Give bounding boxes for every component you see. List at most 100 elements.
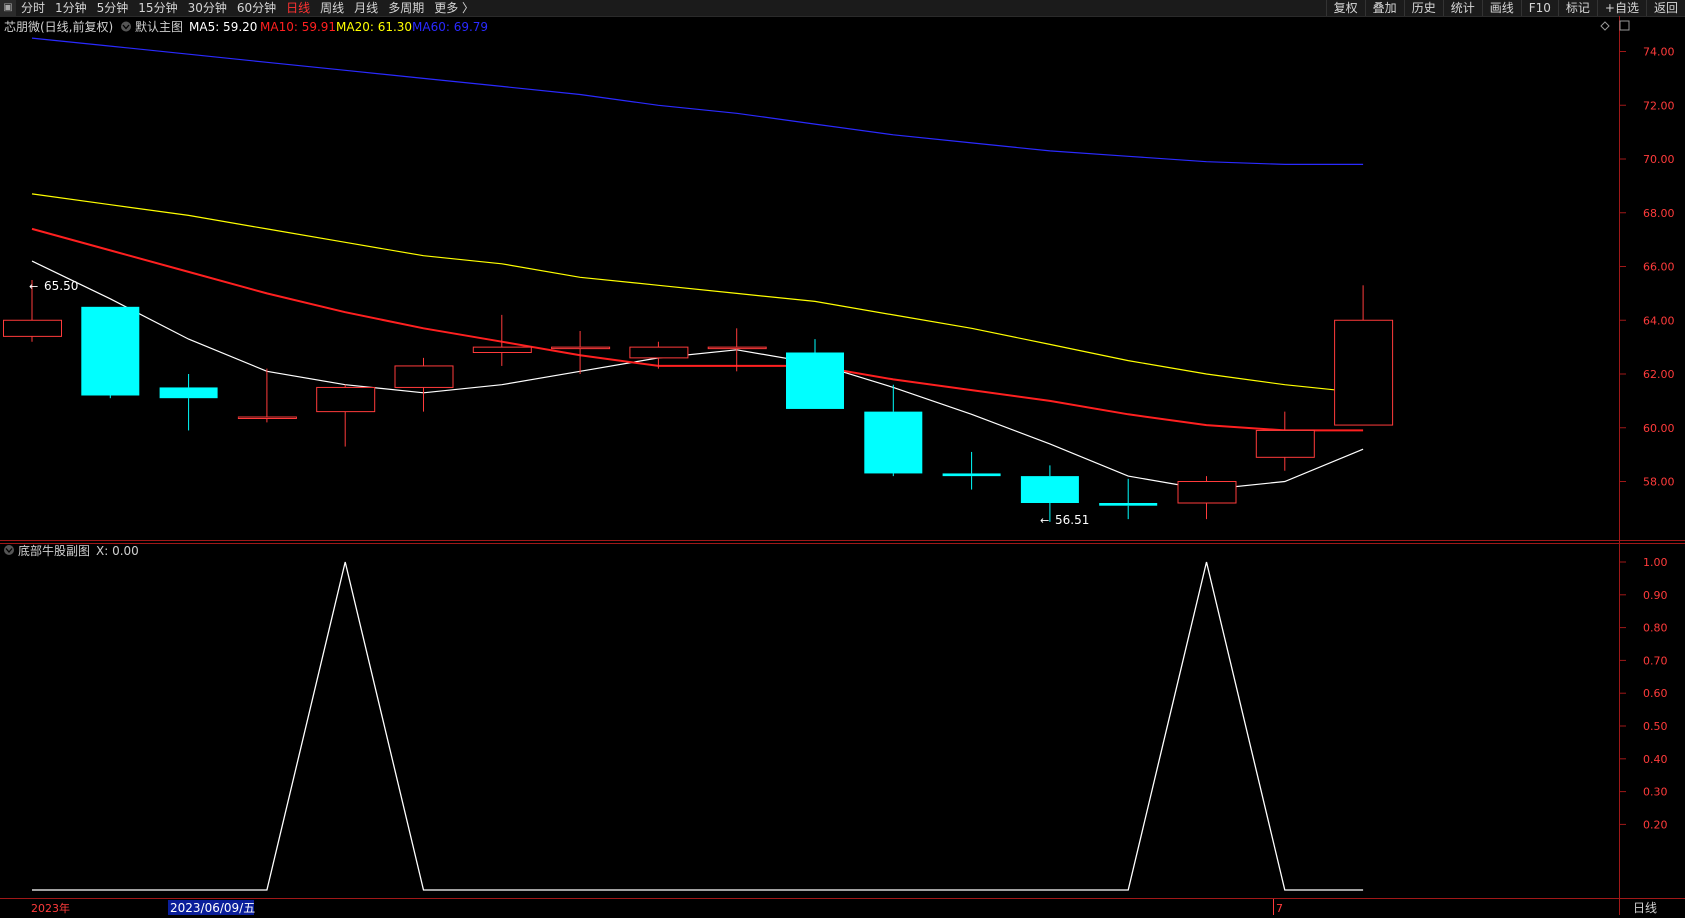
sub-y-tick-label: 0.80 — [1643, 622, 1668, 635]
tool-button-6[interactable]: 标记 — [1557, 0, 1597, 16]
month-label: 7 — [1276, 902, 1283, 915]
main-y-tick-label: 64.00 — [1643, 314, 1675, 327]
subpanel-value: X: 0.00 — [96, 544, 139, 558]
main-y-tick-label: 68.00 — [1643, 207, 1675, 220]
sub-y-tick-label: 0.30 — [1643, 786, 1668, 799]
indicator-toggle-icon[interactable] — [121, 21, 131, 32]
sub-y-tick-label: 0.20 — [1643, 818, 1668, 831]
candle-body — [629, 346, 689, 359]
period-tab-4[interactable]: 30分钟 — [183, 0, 232, 16]
ma-line-ma60 — [31, 37, 1364, 165]
tool-button-4[interactable]: 画线 — [1481, 0, 1521, 16]
candle — [942, 451, 1001, 490]
tool-button-2[interactable]: 历史 — [1403, 0, 1443, 16]
indicator-name[interactable]: 默认主图 — [135, 19, 183, 34]
period-tab-5[interactable]: 60分钟 — [232, 0, 281, 16]
sub-y-axis: 1.00 0.90 0.80 0.70 0.60 0.50 0.40 0.30 0.20 — [1620, 556, 1668, 831]
candle-body — [3, 319, 62, 337]
tool-bar-right: 复权 叠加 历史 统计 画线 F10 标记 +自选 返回 — [1325, 0, 1685, 16]
tool-button-3[interactable]: 统计 — [1442, 0, 1482, 16]
window-icon[interactable]: ▣ — [0, 0, 16, 16]
period-bar: ▣ 分时 1分钟 5分钟 15分钟 30分钟 60分钟 日线 周线 月线 多周期 更多 〉 — [0, 0, 479, 16]
sub-y-tick-label: 0.90 — [1643, 589, 1668, 602]
tool-button-8[interactable]: 返回 — [1645, 0, 1685, 16]
candle — [1255, 411, 1315, 471]
high-marker-arrow: ← — [29, 280, 38, 293]
sub-y-tick-label: 0.70 — [1643, 654, 1668, 667]
ma-line-ma10 — [31, 227, 1364, 432]
period-tab-1[interactable]: 1分钟 — [50, 0, 92, 16]
candle-body — [1177, 481, 1237, 504]
tool-button-5[interactable]: F10 — [1520, 0, 1558, 16]
ma10-label: MA10: 59.91 — [260, 20, 336, 34]
main-y-axis: 74.00 72.00 70.00 68.00 66.00 64.00 62.00 60.00… — [1620, 46, 1675, 489]
toolbar: ▣ 分时 1分钟 5分钟 15分钟 30分钟 60分钟 日线 周线 月线 多周期 更多 〉 复权 叠加… — [0, 0, 1685, 17]
ma60-label: MA60: 69.79 — [412, 20, 488, 34]
candle — [707, 328, 767, 372]
square-icon[interactable] — [1619, 20, 1630, 31]
cursor-date-label: 2023/06/09/五 — [170, 901, 255, 915]
candle-body — [472, 346, 532, 353]
subpanel-toggle-icon[interactable] — [4, 545, 14, 555]
main-y-tick-label: 74.00 — [1643, 46, 1675, 59]
period-tab-3[interactable]: 15分钟 — [133, 0, 182, 16]
sub-line-x — [32, 561, 1364, 891]
candle — [1099, 478, 1158, 520]
period-tab-8[interactable]: 月线 — [349, 0, 383, 16]
candle-body — [1334, 319, 1394, 426]
main-y-tick-label: 72.00 — [1643, 99, 1675, 112]
sub-y-tick-label: 0.40 — [1643, 753, 1668, 766]
candle-body — [1099, 503, 1158, 506]
period-tab-7[interactable]: 周线 — [315, 0, 349, 16]
period-tab-6[interactable]: 日线 — [281, 0, 315, 16]
period-tab-2[interactable]: 5分钟 — [92, 0, 134, 16]
candle — [786, 339, 844, 409]
candle — [1334, 285, 1394, 426]
candle-body — [864, 411, 923, 474]
ma-line-ma20 — [31, 193, 1364, 394]
year-label: 2023年 — [31, 901, 70, 915]
sub-lines — [32, 561, 1364, 891]
sub-y-tick-label: 0.50 — [1643, 720, 1668, 733]
candle-body — [1020, 476, 1079, 503]
period-tab-0[interactable]: 分时 — [16, 0, 50, 16]
ma20-label: MA20: 61.30 — [336, 20, 412, 34]
sub-y-tick-label: 0.60 — [1643, 687, 1668, 700]
ma-line-ma5 — [31, 260, 1364, 491]
candle — [394, 357, 454, 412]
candle-body — [159, 387, 218, 399]
period-tab-10[interactable]: 更多 〉 — [429, 0, 479, 16]
candle — [472, 314, 532, 366]
tool-button-0[interactable]: 复权 — [1325, 0, 1365, 16]
candle — [316, 384, 376, 447]
sub-y-tick-label: 1.00 — [1643, 556, 1668, 569]
candle-body — [316, 386, 376, 413]
main-y-tick-label: 66.00 — [1643, 261, 1675, 274]
candle-body — [1255, 429, 1315, 458]
candle — [1177, 476, 1237, 520]
main-y-tick-label: 62.00 — [1643, 368, 1675, 381]
tool-button-7[interactable]: +自选 — [1596, 0, 1646, 16]
candle-body — [786, 352, 844, 409]
low-price-label: 56.51 — [1055, 513, 1089, 527]
candle — [237, 368, 297, 423]
main-y-tick-label: 58.00 — [1643, 476, 1675, 489]
candle-body — [237, 416, 297, 419]
candle — [629, 341, 689, 369]
ma-lines — [31, 37, 1364, 491]
candle — [81, 306, 140, 399]
low-marker-arrow: ← — [1040, 514, 1049, 527]
candle-body — [942, 473, 1001, 477]
candle-body — [81, 306, 140, 396]
high-price-label: 65.50 — [44, 279, 78, 293]
candle — [159, 374, 218, 431]
tool-button-1[interactable]: 叠加 — [1364, 0, 1404, 16]
chart-area[interactable]: 芯朋微(日线,前复权) 默认主图 MA5: 59.20 MA10: 59.91 … — [0, 16, 1685, 918]
candle-body — [551, 346, 611, 350]
period-label[interactable]: 日线 — [1633, 901, 1657, 915]
period-tab-9[interactable]: 多周期 — [383, 0, 429, 16]
candle — [864, 384, 923, 477]
diamond-icon[interactable] — [1600, 21, 1610, 31]
main-title: 芯朋微(日线,前复权) — [4, 19, 113, 34]
main-y-tick-label: 60.00 — [1643, 422, 1675, 435]
